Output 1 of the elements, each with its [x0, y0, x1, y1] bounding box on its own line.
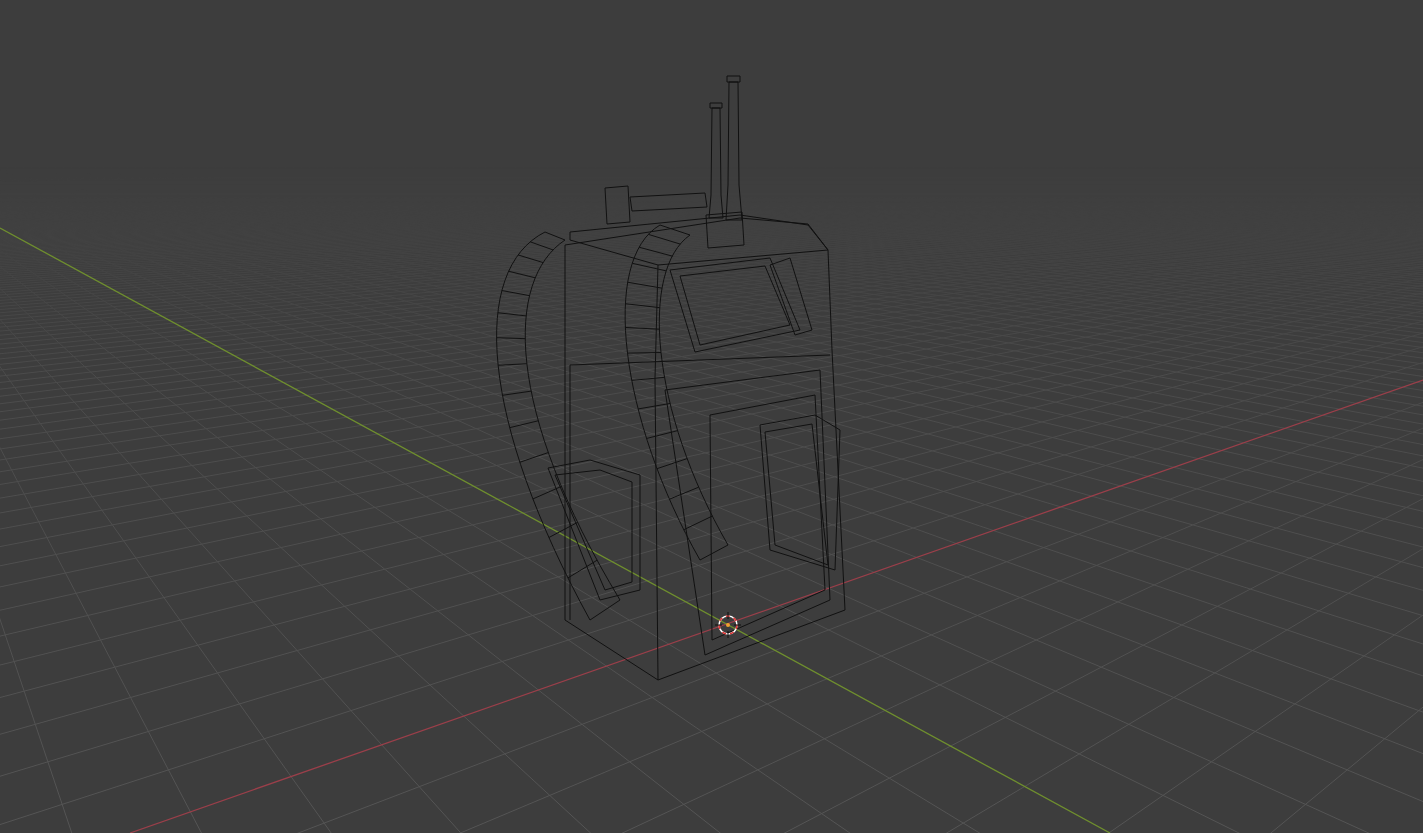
3d-cursor-icon[interactable]: [714, 611, 742, 639]
